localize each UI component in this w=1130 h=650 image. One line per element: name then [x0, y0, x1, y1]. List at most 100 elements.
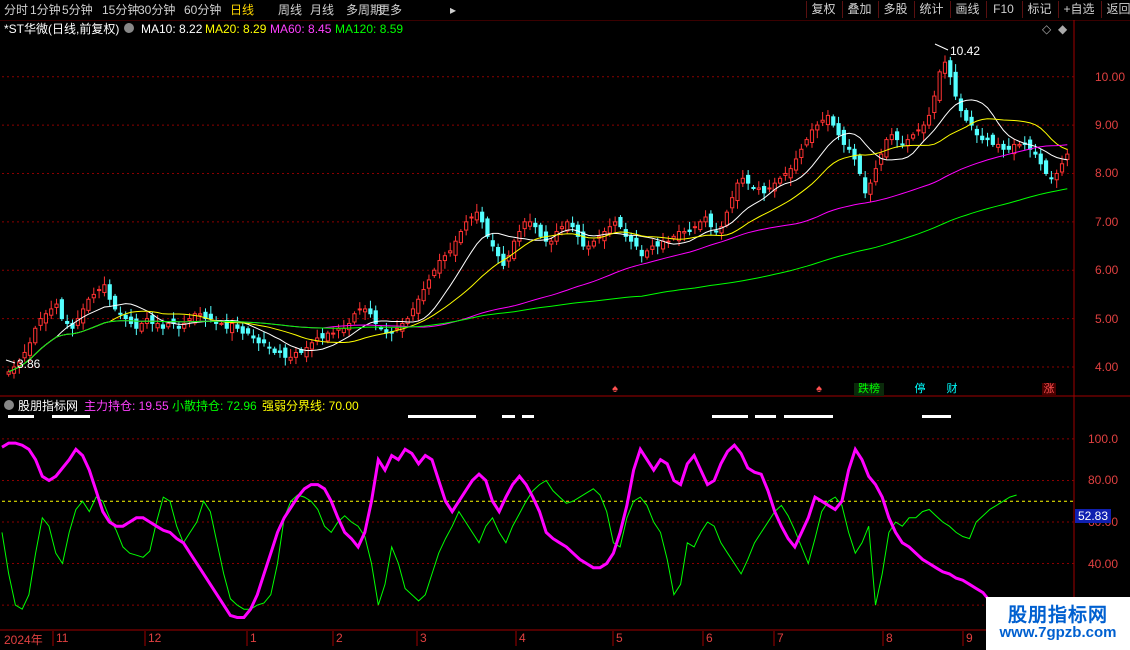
- candle-body: [921, 124, 926, 134]
- candle-body: [378, 327, 384, 330]
- candle-body: [261, 339, 267, 344]
- candle-body: [730, 197, 735, 209]
- candle-body: [347, 322, 352, 331]
- candle-body: [639, 249, 644, 257]
- candle-body: [767, 187, 772, 190]
- price-tick: 4.00: [1095, 359, 1119, 374]
- candle-body: [740, 177, 745, 184]
- candle-body: [889, 134, 894, 141]
- date-tick: 11: [56, 631, 69, 645]
- candle-body: [517, 231, 522, 242]
- candle-body: [27, 342, 33, 356]
- date-tick: 2: [336, 631, 343, 645]
- candle-body: [38, 318, 43, 326]
- event-tag[interactable]: 停: [913, 383, 927, 396]
- candle-body: [458, 231, 463, 244]
- kline-chart[interactable]: [0, 0, 1130, 650]
- date-tick: 1: [250, 631, 257, 645]
- candle-body: [496, 246, 501, 257]
- candle-body: [735, 182, 740, 202]
- candle-body: [895, 131, 900, 141]
- date-tick: 7: [777, 631, 784, 645]
- candle-body: [884, 139, 889, 158]
- candle-body: [166, 322, 171, 328]
- candle-body: [942, 61, 948, 74]
- candle-body: [692, 226, 698, 229]
- signal-bar: [502, 415, 515, 418]
- candle-body: [288, 356, 293, 361]
- candle-body: [160, 324, 166, 329]
- high-annotation: 10.42: [950, 44, 981, 58]
- watermark-logo: 股朋指标网 www.7gpzb.com: [986, 597, 1130, 650]
- event-tag[interactable]: 跌榜: [854, 383, 884, 396]
- candle-body: [251, 335, 256, 339]
- watermark-title: 股朋指标网: [1007, 605, 1108, 626]
- candle-body: [549, 240, 554, 245]
- candle-body: [777, 177, 783, 184]
- indicator-legend: 股朋指标网 主力持仓: 19.55 小散持仓: 72.96 强弱分界线: 70.…: [0, 398, 1075, 414]
- candle-body: [464, 221, 469, 231]
- candle-body: [394, 327, 400, 330]
- candle-body: [442, 255, 447, 262]
- candle-body: [240, 326, 245, 334]
- date-tick: 4: [519, 631, 526, 645]
- candle-body: [65, 320, 70, 324]
- date-tick: 2024年: [4, 633, 43, 647]
- main-force-label: 主力持仓: 19.55: [84, 399, 169, 413]
- candle-body: [953, 71, 958, 97]
- candle-body: [474, 211, 479, 221]
- candle-body: [964, 110, 969, 121]
- watermark-url: www.7gpzb.com: [999, 624, 1117, 641]
- candle-body: [841, 129, 846, 145]
- candle-body: [948, 60, 953, 78]
- candle-body: [155, 322, 160, 329]
- candle-body: [1065, 153, 1070, 160]
- signal-bar: [522, 415, 534, 418]
- candle-body: [267, 346, 272, 349]
- candle-body: [43, 313, 48, 324]
- candle-body: [511, 240, 517, 260]
- candle-body: [682, 231, 687, 234]
- candle-body: [703, 216, 708, 223]
- candle-body: [6, 371, 11, 375]
- candle-body: [33, 327, 38, 344]
- candle-body: [245, 328, 251, 334]
- candle-body: [910, 134, 916, 139]
- candle-body: [230, 322, 235, 334]
- candle-body: [469, 216, 474, 219]
- event-tag[interactable]: ♠: [814, 383, 824, 396]
- candle-body: [644, 250, 650, 258]
- candle-body: [1049, 177, 1054, 180]
- event-tag[interactable]: 财: [945, 383, 959, 396]
- candle-body: [293, 351, 299, 358]
- threshold-label: 强弱分界线: 70.00: [262, 399, 359, 413]
- candle-body: [634, 237, 639, 247]
- candle-body: [54, 303, 59, 308]
- candle-body: [272, 348, 277, 353]
- candle-body: [283, 347, 288, 358]
- candle-body: [926, 114, 932, 126]
- candle-body: [825, 114, 831, 126]
- candle-body: [123, 314, 128, 320]
- candle-body: [847, 146, 852, 150]
- high-leader: [934, 43, 949, 51]
- indicator-title[interactable]: 股朋指标网: [18, 398, 78, 414]
- candle-body: [905, 139, 910, 147]
- candle-body: [815, 124, 820, 131]
- event-tag[interactable]: 涨: [1042, 383, 1056, 396]
- candle-body: [708, 213, 713, 228]
- candle-body: [974, 128, 979, 136]
- price-tick: 8.00: [1095, 166, 1119, 181]
- event-tag[interactable]: ♠: [610, 383, 620, 396]
- candle-body: [49, 308, 54, 316]
- candle-body: [937, 71, 942, 101]
- signal-bar: [712, 415, 748, 418]
- retail-label: 小散持仓: 72.96: [172, 399, 257, 413]
- candle-body: [448, 250, 453, 254]
- candle-body: [809, 129, 815, 143]
- signal-bar: [922, 415, 951, 418]
- candle-body: [857, 155, 862, 174]
- candle-body: [453, 240, 458, 256]
- indicator-settings-icon[interactable]: [4, 400, 14, 410]
- candle-body: [331, 332, 336, 335]
